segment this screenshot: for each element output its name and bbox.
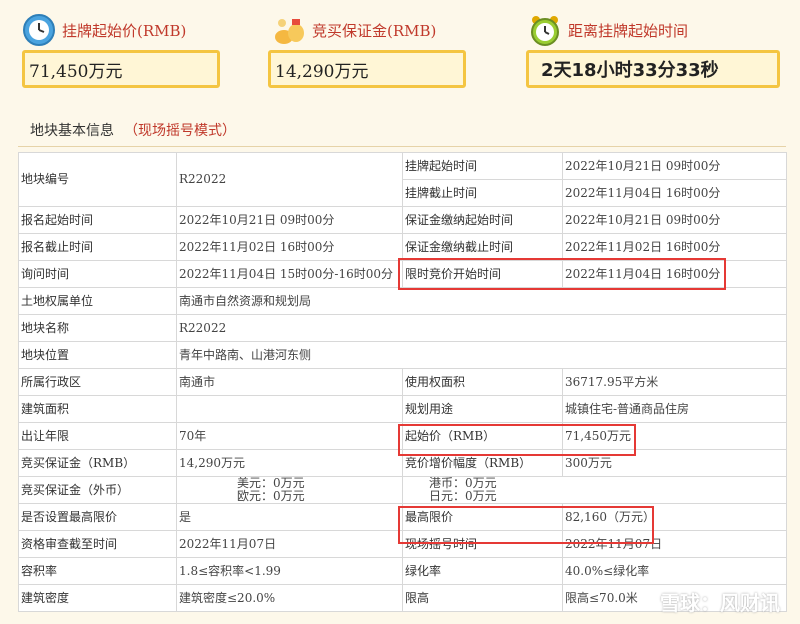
row-key: 询问时间: [18, 260, 177, 288]
row-key: 限高: [402, 584, 563, 612]
alarm-clock-icon: [528, 13, 562, 47]
table-row: 报名起始时间 2022年10月21日 09时00分 保证金缴纳起始时间 2022…: [18, 206, 787, 234]
highlight-bid-start: [398, 258, 726, 290]
deposit-label: 竞买保证金(RMB): [312, 21, 437, 40]
row-value: 2022年11月07日: [176, 530, 403, 558]
highlight-max-price: [398, 506, 654, 544]
row-value: R22022: [176, 152, 403, 207]
row-key: 绿化率: [402, 557, 563, 585]
row-key: 建筑密度: [18, 584, 177, 612]
row-key: 报名截止时间: [18, 233, 177, 261]
row-key: 地块编号: [18, 152, 177, 207]
row-key: 出让年限: [18, 422, 177, 450]
row-key: 土地权属单位: [18, 287, 177, 315]
row-value: 70年: [176, 422, 403, 450]
row-value: 14,290万元: [176, 449, 403, 477]
section-title-text: 地块基本信息: [30, 123, 114, 139]
section-mode: （现场摇号模式）: [124, 123, 236, 139]
start-price-block: 挂牌起始价(RMB): [22, 10, 186, 50]
deposit-block: 竞买保证金(RMB): [272, 10, 436, 50]
table-row: 所属行政区 南通市 使用权面积 36717.95平方米: [18, 368, 787, 396]
row-key: 保证金缴纳起始时间: [402, 206, 563, 234]
start-price-label: 挂牌起始价(RMB): [62, 21, 187, 40]
row-value: 南通市自然资源和规划局: [176, 287, 787, 315]
watermark: 雪球：风财讯: [660, 591, 780, 615]
row-key: 竞买保证金（外币）: [18, 476, 177, 504]
money-bag-icon: [272, 13, 306, 47]
row-key: 是否设置最高限价: [18, 503, 177, 531]
section-divider: [18, 146, 786, 147]
row-key: 挂牌起始时间: [402, 152, 563, 180]
table-row: 报名截止时间 2022年11月02日 16时00分 保证金缴纳截止时间 2022…: [18, 233, 787, 261]
start-price-value: 71,450万元: [22, 50, 220, 88]
row-value: 40.0%≤绿化率: [562, 557, 787, 585]
row-value: R22022: [176, 314, 787, 342]
summary-bar: 挂牌起始价(RMB) 71,450万元 竞买保证金(RMB) 14,290万元 …: [0, 0, 800, 108]
table-row: 地块位置 青年中路南、山港河东侧: [18, 341, 787, 369]
countdown-value: 2天18小时33分33秒: [526, 50, 780, 88]
table-row: 建筑面积 规划用途 城镇住宅-普通商品住房: [18, 395, 787, 423]
row-value: 2022年10月21日 09时00分: [176, 206, 403, 234]
row-key: 容积率: [18, 557, 177, 585]
row-value: 2022年11月02日 16时00分: [176, 233, 403, 261]
table-row: 地块编号 R22022 挂牌起始时间 2022年10月21日 09时00分: [18, 152, 787, 207]
row-key: 报名起始时间: [18, 206, 177, 234]
row-key: 竞买保证金（RMB）: [18, 449, 177, 477]
table-row: 土地权属单位 南通市自然资源和规划局: [18, 287, 787, 315]
table-row: 地块名称 R22022: [18, 314, 787, 342]
row-value: 2022年11月04日 15时00分-16时00分: [176, 260, 403, 288]
row-key: 规划用途: [402, 395, 563, 423]
row-value: 港币：0万元 日元：0万元: [402, 476, 787, 504]
row-key: 地块位置: [18, 341, 177, 369]
table-row: 容积率 1.8≤容积率<1.99 绿化率 40.0%≤绿化率: [18, 557, 787, 585]
row-value: 36717.95平方米: [562, 368, 787, 396]
row-value: 城镇住宅-普通商品住房: [562, 395, 787, 423]
row-key: 使用权面积: [402, 368, 563, 396]
row-value: 美元：0万元 欧元：0万元: [176, 476, 403, 504]
eur-value: 欧元：0万元: [237, 489, 305, 503]
row-value: 是: [176, 503, 403, 531]
row-key: 地块名称: [18, 314, 177, 342]
highlight-start-price: [398, 424, 636, 456]
clock-icon: [22, 13, 56, 47]
row-value: 南通市: [176, 368, 403, 396]
row-value: [176, 395, 403, 423]
row-key: 保证金缴纳截止时间: [402, 233, 563, 261]
row-value: 1.8≤容积率<1.99: [176, 557, 403, 585]
row-key: 挂牌截止时间: [402, 179, 563, 207]
table-row: 竞买保证金（外币） 美元：0万元 欧元：0万元 港币：0万元 日元：0万元: [18, 476, 787, 504]
countdown-block: 距离挂牌起始时间: [528, 10, 688, 50]
row-key: 所属行政区: [18, 368, 177, 396]
row-value: 建筑密度≤20.0%: [176, 584, 403, 612]
row-value: 2022年11月04日 16时00分: [562, 179, 787, 207]
row-value: 2022年11月02日 16时00分: [562, 233, 787, 261]
section-title: 地块基本信息 （现场摇号模式）: [30, 120, 236, 140]
deposit-value: 14,290万元: [268, 50, 466, 88]
row-value: 青年中路南、山港河东侧: [176, 341, 787, 369]
countdown-label: 距离挂牌起始时间: [568, 21, 689, 40]
jpy-value: 日元：0万元: [429, 489, 497, 503]
row-key: 建筑面积: [18, 395, 177, 423]
row-value: 2022年10月21日 09时00分: [562, 206, 787, 234]
row-value: 2022年10月21日 09时00分: [562, 152, 787, 180]
row-key: 资格审查截至时间: [18, 530, 177, 558]
